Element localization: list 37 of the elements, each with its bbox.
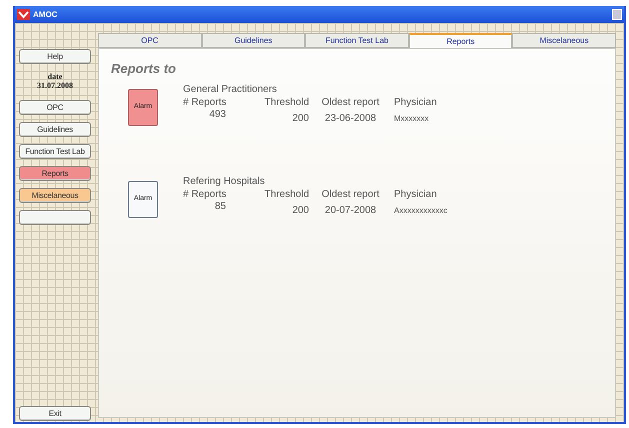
- sidebar-button[interactable]: Exit: [19, 406, 91, 421]
- tab[interactable]: Guidelines: [202, 33, 306, 48]
- sidebar-button[interactable]: Help: [19, 49, 91, 64]
- window-title: AMOC: [33, 8, 58, 20]
- column-value: Mxxxxxxx: [394, 112, 429, 124]
- column-label: Oldest report: [322, 96, 380, 108]
- column-value: 85: [214, 200, 227, 212]
- tab[interactable]: Miscelaneous: [512, 33, 616, 48]
- column-value: 23-06-2008: [324, 112, 376, 124]
- column-label: Oldest report: [322, 188, 380, 200]
- date-label: date: [48, 72, 62, 81]
- column-label: Threshold: [264, 96, 309, 108]
- column-value: 20-07-2008: [324, 204, 376, 216]
- group-title: General Practitioners: [183, 84, 278, 96]
- tab[interactable]: Reports: [408, 33, 512, 48]
- app-icon: [17, 9, 30, 20]
- column-value: 200: [292, 204, 309, 216]
- column-label: # Reports: [183, 96, 226, 108]
- sidebar-button[interactable]: OPC: [19, 100, 91, 115]
- sidebar-button[interactable]: Function Test Lab: [19, 144, 91, 159]
- sidebar-button[interactable]: Guidelines: [19, 122, 91, 137]
- sidebar-button[interactable]: Miscelaneous: [19, 188, 91, 203]
- tab[interactable]: Function Test Lab: [305, 33, 409, 48]
- group-title: Refering Hospitals: [183, 176, 266, 188]
- column-value: Axxxxxxxxxxxc: [394, 204, 448, 216]
- date-value: 31.07.2008: [37, 81, 73, 90]
- close-button[interactable]: [612, 9, 622, 20]
- column-label: Physician: [394, 188, 437, 200]
- sidebar-button[interactable]: [19, 210, 91, 225]
- sidebar-button[interactable]: Reports: [19, 166, 91, 181]
- column-value: 493: [209, 108, 227, 120]
- column-label: Physician: [394, 96, 437, 108]
- tab[interactable]: OPC: [98, 33, 202, 48]
- column-value: 200: [292, 112, 309, 124]
- section-heading: Reports to: [111, 60, 177, 78]
- column-label: # Reports: [183, 188, 226, 200]
- column-label: Threshold: [264, 188, 309, 200]
